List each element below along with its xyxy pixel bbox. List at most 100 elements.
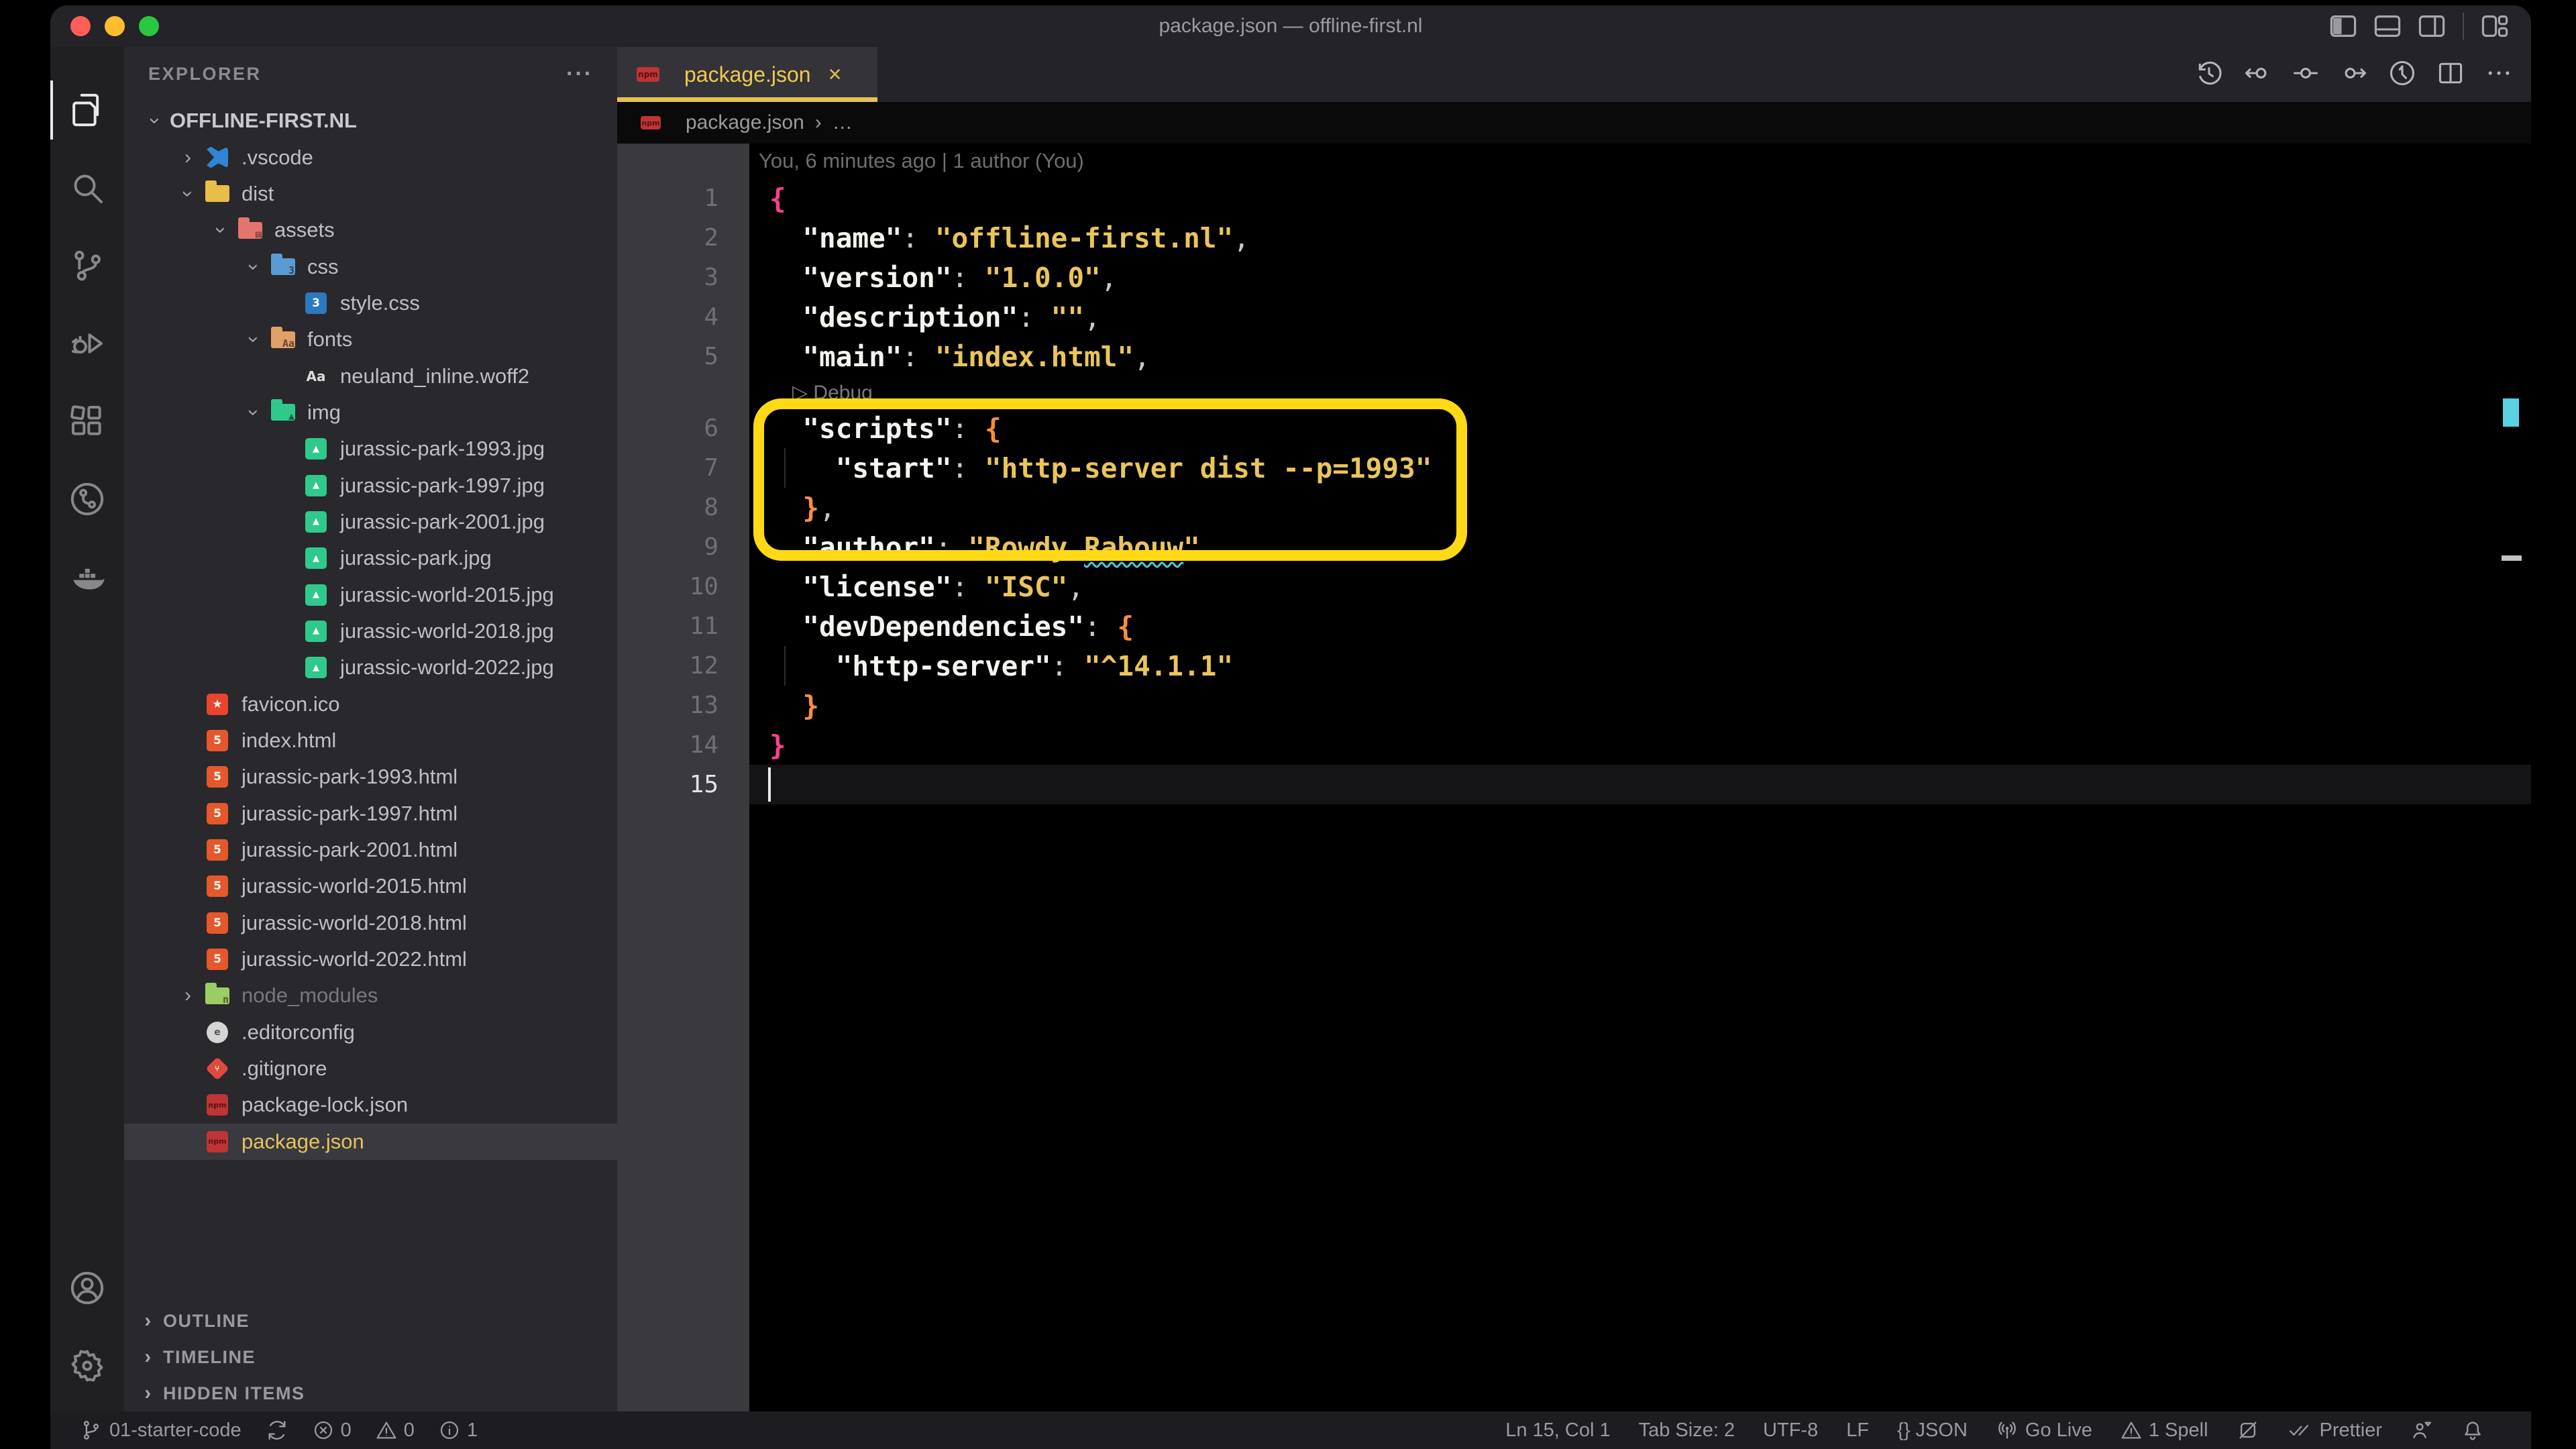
tree-item-jurassic-world-2018-jpg[interactable]: ▲jurassic-world-2018.jpg [124,613,617,649]
tree-item-jurassic-world-2022-jpg[interactable]: ▲jurassic-world-2022.jpg [124,649,617,686]
open-change-icon[interactable] [2291,58,2320,91]
status-1-spell[interactable]: 1 Spell [2121,1419,2208,1442]
status-ln-15-col-1[interactable]: Ln 15, Col 1 [1505,1419,1610,1442]
tree-item-package-lock-json[interactable]: npmpackage-lock.json [124,1087,617,1123]
code-line-4[interactable]: "description": "", [749,297,2531,337]
status-bell-icon[interactable] [2461,1419,2484,1442]
warning-icon [2121,1419,2142,1441]
status-label: {} JSON [1897,1419,1968,1442]
status-01-starter-code[interactable]: 01-starter-code [80,1419,241,1442]
status-0[interactable]: 0 [313,1419,352,1442]
tree-item-jurassic-world-2015-html[interactable]: 5jurassic-world-2015.html [124,868,617,904]
breadcrumb[interactable]: npm package.json › … [617,102,2531,144]
tree-item-dist[interactable]: ›dist [124,176,617,212]
code-line-2[interactable]: "name": "offline-first.nl", [749,218,2531,258]
status-1[interactable]: 1 [439,1419,478,1442]
tree-item-neuland-inline-woff2[interactable]: Aaneuland_inline.woff2 [124,358,617,394]
tree-item-jurassic-world-2018-html[interactable]: 5jurassic-world-2018.html [124,905,617,941]
tree-item-jurassic-park-1997-jpg[interactable]: ▲jurassic-park-1997.jpg [124,467,617,503]
tree-item-jurassic-park-1993-html[interactable]: 5jurassic-park-1993.html [124,759,617,795]
file-tree: ›OFFLINE-FIRST.NL›.vscode›dist›▤assets›3… [124,103,617,1160]
status-feedback-icon[interactable] [2410,1419,2433,1442]
token-pun: , [1134,341,1150,373]
code-line-12[interactable]: "http-server": "^14.1.1" [749,646,2531,686]
code-line-3[interactable]: "version": "1.0.0", [749,258,2531,297]
more-icon[interactable] [2484,58,2514,91]
tree-item--editorconfig[interactable]: e.editorconfig [124,1014,617,1051]
tree-item-label: jurassic-park.jpg [340,546,492,570]
status-utf-8[interactable]: UTF-8 [1763,1419,1818,1442]
status-sync-icon[interactable] [266,1419,288,1442]
code-line-10[interactable]: "license": "ISC", [749,567,2531,606]
token-pun: : [1018,301,1051,333]
tree-item-img[interactable]: ›▲img [124,394,617,431]
code-line-11[interactable]: "devDependencies": { [749,606,2531,646]
split-editor-icon[interactable] [2436,58,2465,91]
activitybar-extensions-icon[interactable] [50,382,124,460]
tree-item-node-modules[interactable]: ›nnode_modules [124,977,617,1014]
status-label: 01-starter-code [109,1419,241,1442]
indent-spacer [272,656,301,679]
tree-item-jurassic-park-2001-jpg[interactable]: ▲jurassic-park-2001.jpg [124,504,617,540]
activitybar-source-control-icon[interactable] [50,227,124,305]
tree-item-jurassic-park-jpg[interactable]: ▲jurassic-park.jpg [124,540,617,576]
activitybar-accounts-icon[interactable] [50,1249,124,1327]
status-muted-icon[interactable] [2237,1419,2259,1442]
history-icon[interactable] [2194,58,2224,91]
tree-item-jurassic-park-1997-html[interactable]: 5jurassic-park-1997.html [124,796,617,832]
tree-item-favicon-ico[interactable]: ★favicon.ico [124,686,617,722]
tree-item-label: jurassic-world-2018.html [241,911,467,935]
status-tab-size-2[interactable]: Tab Size: 2 [1639,1419,1735,1442]
tree-item-fonts[interactable]: ›Aafonts [124,321,617,358]
git-icon: ⑂ [203,1058,232,1079]
tree-item--gitignore[interactable]: ⑂.gitignore [124,1051,617,1087]
code-line-13[interactable]: } [749,686,2531,725]
tab-close-icon[interactable]: × [828,62,842,88]
tree-item--vscode[interactable]: ›.vscode [124,139,617,175]
activitybar-explorer-icon[interactable] [50,71,124,149]
broadcast-icon [1996,1419,2019,1442]
status--json[interactable]: {} JSON [1897,1419,1968,1442]
tree-item-index-html[interactable]: 5index.html [124,722,617,759]
code-line-14[interactable]: } [749,725,2531,765]
tab-package-json[interactable]: npm package.json × [617,47,877,102]
tree-item-jurassic-world-2015-jpg[interactable]: ▲jurassic-world-2015.jpg [124,576,617,612]
file-history-icon[interactable] [2387,58,2417,91]
breadcrumb-more[interactable]: … [833,111,853,134]
breadcrumb-file[interactable]: package.json [686,111,804,134]
activitybar-docker-icon[interactable] [50,538,124,616]
status-label: 0 [404,1419,415,1442]
prev-change-icon[interactable] [2243,58,2272,91]
tree-item-jurassic-world-2022-html[interactable]: 5jurassic-world-2022.html [124,941,617,977]
sidebar-section-outline[interactable]: ›OUTLINE [124,1303,617,1339]
sidebar-section-timeline[interactable]: ›TIMELINE [124,1339,617,1375]
code-area[interactable]: You, 6 minutes ago | 1 author (You){ "na… [749,144,2531,1411]
tree-item-package-json[interactable]: npmpackage.json [124,1124,617,1160]
toggle-panel-icon[interactable] [2374,15,2401,37]
indent-spacer [173,912,203,934]
status-prettier[interactable]: Prettier [2288,1419,2382,1442]
status-go-live[interactable]: Go Live [1996,1419,2092,1442]
tree-item-jurassic-park-2001-html[interactable]: 5jurassic-park-2001.html [124,832,617,868]
customize-layout-icon[interactable] [2481,15,2508,37]
activitybar-run-debug-icon[interactable] [50,305,124,382]
code-line-5[interactable]: "main": "index.html", [749,337,2531,376]
code-line-1[interactable]: { [749,178,2531,218]
status-lf[interactable]: LF [1846,1419,1869,1442]
folder-dist-icon [203,185,232,202]
gitlens-blame-annotation[interactable]: You, 6 minutes ago | 1 author (You) [749,144,2531,178]
tree-item-css[interactable]: ›3css [124,248,617,284]
tree-item-offline-first-nl[interactable]: ›OFFLINE-FIRST.NL [124,103,617,139]
status-0[interactable]: 0 [376,1419,415,1442]
activitybar-settings-icon[interactable] [50,1327,124,1405]
next-change-icon[interactable] [2339,58,2369,91]
activitybar-gitlens-icon[interactable] [50,460,124,538]
tree-item-assets[interactable]: ›▤assets [124,212,617,248]
sidebar-section-hidden-items[interactable]: ›HIDDEN ITEMS [124,1375,617,1411]
explorer-more-actions-icon[interactable]: ··· [566,61,593,87]
tree-item-style-css[interactable]: 3style.css [124,285,617,321]
toggle-secondary-sidebar-icon[interactable] [2418,15,2445,37]
toggle-sidebar-icon[interactable] [2330,15,2357,37]
activitybar-search-icon[interactable] [50,149,124,227]
tree-item-jurassic-park-1993-jpg[interactable]: ▲jurassic-park-1993.jpg [124,431,617,467]
